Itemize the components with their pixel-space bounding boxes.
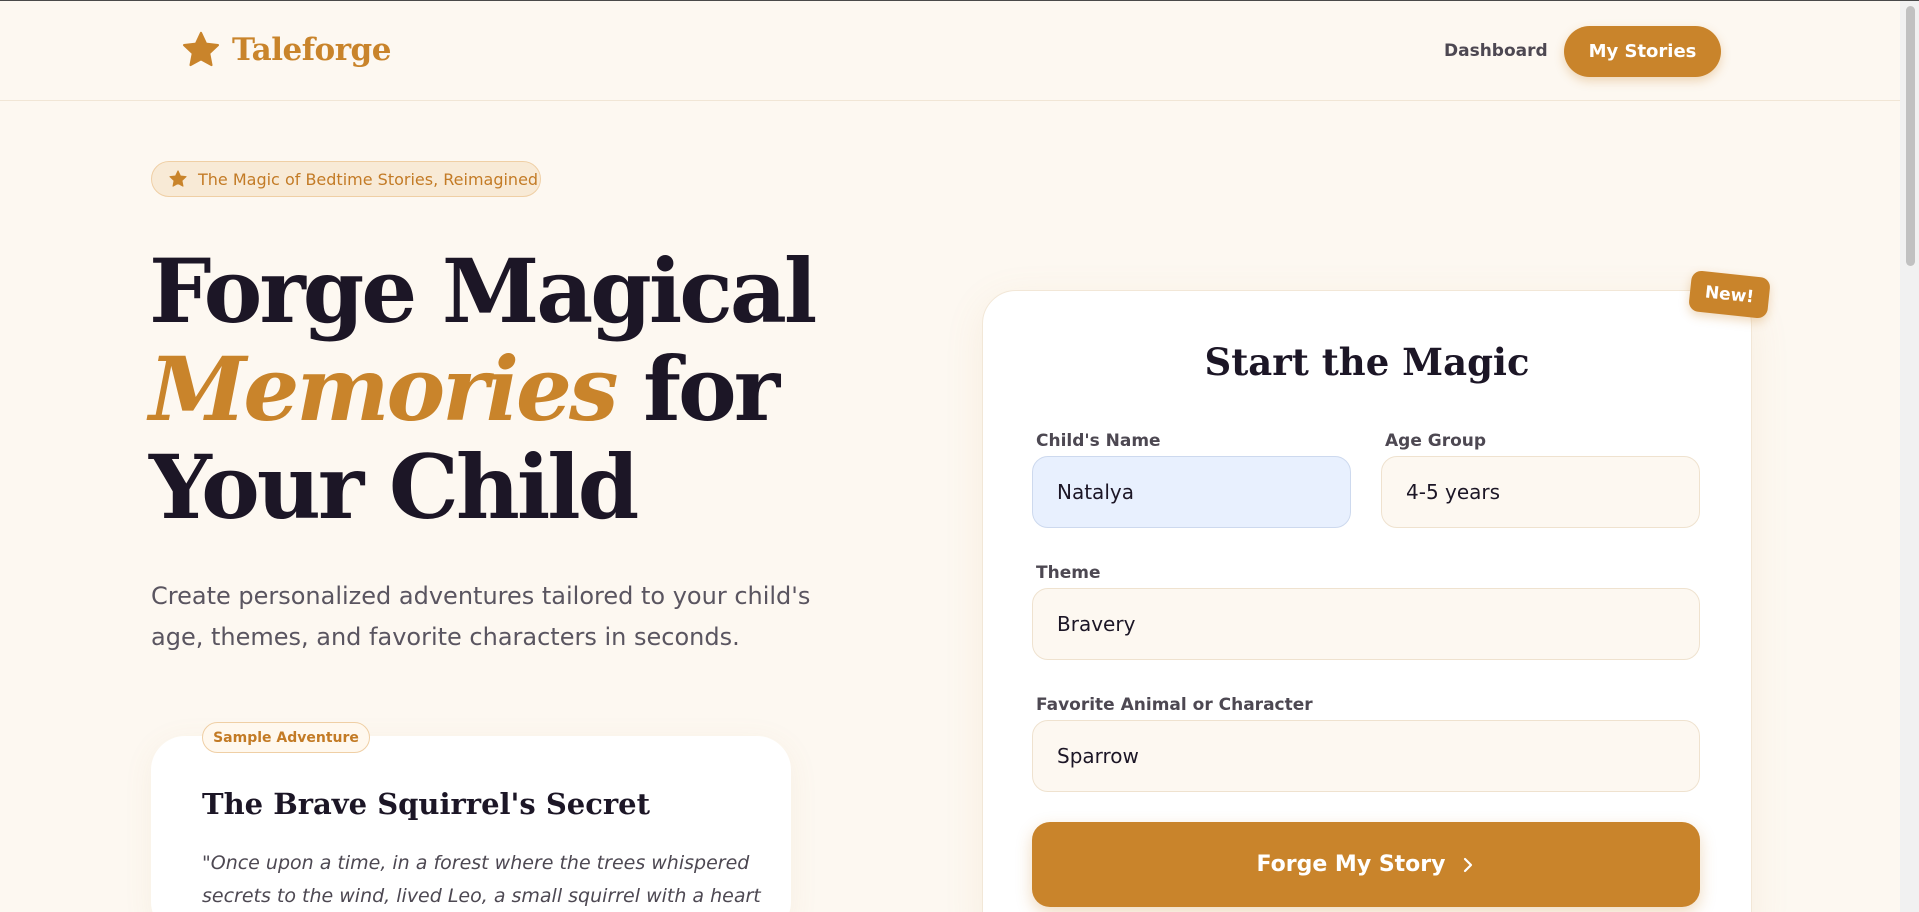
brand-logo[interactable]: Taleforge [180, 29, 391, 71]
forge-story-button[interactable]: Forge My Story [1032, 822, 1700, 907]
new-badge: New! [1688, 269, 1771, 320]
hero-badge: The Magic of Bedtime Stories, Reimagined [151, 161, 541, 197]
forge-story-button-label: Forge My Story [1256, 852, 1446, 877]
sample-tag: Sample Adventure [202, 722, 370, 753]
scrollbar-thumb[interactable] [1906, 6, 1915, 266]
favorite-character-input[interactable] [1032, 720, 1700, 792]
navbar: Taleforge Dashboard My Stories [0, 1, 1900, 101]
hero-title-accent: Memories [149, 337, 619, 441]
child-name-input[interactable] [1032, 456, 1351, 528]
age-group-select[interactable] [1381, 456, 1700, 528]
favorite-character-label: Favorite Animal or Character [1036, 695, 1313, 715]
hero-subtitle: Create personalized adventures tailored … [151, 582, 811, 651]
theme-label: Theme [1036, 563, 1101, 583]
sample-title: The Brave Squirrel's Secret [202, 787, 651, 821]
star-icon [182, 31, 220, 67]
age-group-label: Age Group [1385, 431, 1487, 451]
chevron-right-icon [1463, 857, 1472, 872]
hero-title-line3: Your Child [149, 435, 639, 539]
star-icon [169, 170, 187, 187]
brand-name: Taleforge [232, 32, 391, 68]
my-stories-button[interactable]: My Stories [1564, 26, 1721, 77]
theme-input[interactable] [1032, 588, 1700, 660]
form-title: Start the Magic [1204, 340, 1530, 384]
sample-quote: "Once upon a time, in a forest where the… [202, 852, 761, 907]
dashboard-link[interactable]: Dashboard [1444, 41, 1548, 61]
hero-title-line2-rest: for [615, 337, 780, 441]
hero-title-line1: Forge Magical [149, 239, 817, 343]
child-name-label: Child's Name [1036, 431, 1161, 451]
hero-title: Forge Magical Memories for Your Child [149, 242, 949, 536]
hero-badge-text: The Magic of Bedtime Stories, Reimagined [198, 169, 539, 189]
